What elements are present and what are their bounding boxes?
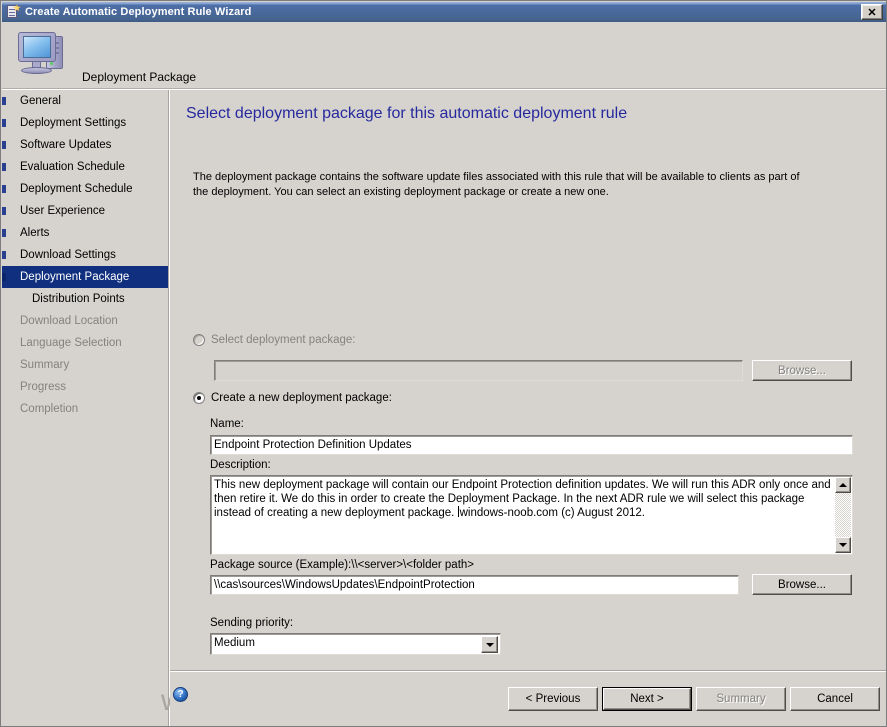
sidebar-step-marker (2, 185, 6, 193)
close-button[interactable]: ✕ (861, 4, 883, 20)
cancel-button-label: Cancel (817, 693, 853, 705)
scroll-down-button[interactable] (835, 537, 851, 553)
computer-icon (16, 28, 72, 80)
summary-button[interactable]: Summary (696, 687, 786, 711)
sidebar-item-download-location: Download Location (2, 310, 168, 332)
sidebar-step-marker (2, 141, 6, 149)
summary-button-label: Summary (716, 693, 766, 705)
sidebar-item-label: Download Settings (20, 249, 116, 261)
sidebar-step-marker (2, 251, 6, 259)
sidebar-item-label: Summary (20, 359, 70, 371)
sidebar-item-label: Progress (20, 381, 67, 393)
previous-button-label: < Previous (525, 693, 581, 705)
description-scrollbar[interactable] (835, 477, 851, 553)
help-question-icon[interactable]: ? (173, 687, 188, 702)
page-title: Select deployment package for this autom… (186, 105, 628, 122)
existing-package-browse-button[interactable]: Browse... (752, 360, 852, 381)
sidebar-item-progress: Progress (2, 376, 168, 398)
create-deployment-package-radio[interactable] (193, 392, 205, 404)
sidebar-item-label: Distribution Points (32, 293, 125, 305)
package-source-browse-label: Browse... (778, 578, 826, 591)
package-description-text-b: windows-noob.com (c) August 2012. (459, 507, 645, 519)
sidebar-item-evaluation-schedule[interactable]: Evaluation Schedule (2, 156, 168, 178)
wizard-footer: ? < Previous Next > Summary Cancel (170, 672, 886, 726)
sending-priority-select[interactable]: Medium (210, 633, 501, 655)
sidebar-item-label: User Experience (20, 205, 106, 217)
sidebar-item-alerts[interactable]: Alerts (2, 222, 168, 244)
header-page-title: Deployment Package (82, 70, 197, 84)
cancel-button[interactable]: Cancel (790, 687, 880, 711)
description-label: Description: (210, 459, 271, 471)
sidebar-step-marker (2, 273, 6, 281)
sending-priority-label: Sending priority: (210, 617, 294, 629)
package-description-text: This new deployment package will contain… (214, 478, 838, 520)
page-description: The deployment package contains the soft… (193, 171, 800, 198)
select-deployment-package-label: Select deployment package: (211, 334, 356, 346)
create-deployment-package-label: Create a new deployment package: (211, 392, 392, 404)
close-icon: ✕ (867, 6, 877, 19)
sidebar-item-label: Alerts (20, 227, 50, 239)
existing-package-input[interactable] (214, 360, 743, 381)
sidebar-item-label: Completion (20, 403, 79, 415)
next-button-label: Next > (630, 693, 664, 705)
sidebar-item-general[interactable]: General (2, 90, 168, 112)
sidebar-step-marker (2, 119, 6, 127)
sending-priority-dropdown-button[interactable] (481, 636, 498, 653)
text-caret (457, 506, 459, 517)
next-button[interactable]: Next > (602, 687, 692, 711)
sidebar-item-summary: Summary (2, 354, 168, 376)
sidebar-item-label: Software Updates (20, 139, 112, 151)
wizard-window: Create Automatic Deployment Rule Wizard … (0, 0, 887, 727)
existing-package-browse-label: Browse... (778, 364, 826, 377)
select-deployment-package-radio[interactable] (193, 334, 205, 346)
sidebar-item-label: Language Selection (20, 337, 122, 349)
chevron-down-icon (839, 543, 847, 547)
select-deployment-package-radio-row[interactable]: Select deployment package: (193, 334, 355, 346)
sidebar-step-marker (2, 229, 6, 237)
package-source-browse-button[interactable]: Browse... (752, 574, 852, 595)
sidebar-item-label: General (20, 95, 61, 107)
sending-priority-value: Medium (214, 637, 255, 649)
sidebar-item-label: Download Location (20, 315, 118, 327)
sidebar-item-deployment-package[interactable]: Deployment Package (2, 266, 168, 288)
wizard-step-sidebar: General Deployment Settings Software Updat… (2, 90, 168, 726)
sidebar-item-software-updates[interactable]: Software Updates (2, 134, 168, 156)
sidebar-item-label: Deployment Schedule (20, 183, 133, 195)
help-glyph: ? (177, 688, 184, 700)
previous-button[interactable]: < Previous (508, 687, 598, 711)
sidebar-step-marker (2, 97, 6, 105)
window-titlebar: Create Automatic Deployment Rule Wizard … (2, 2, 886, 22)
sidebar-item-label: Deployment Settings (20, 117, 127, 129)
create-deployment-package-radio-row[interactable]: Create a new deployment package: (193, 392, 392, 404)
package-source-input[interactable]: \\cas\sources\WindowsUpdates\EndpointPro… (210, 575, 739, 595)
chevron-down-icon (485, 642, 494, 647)
chevron-up-icon (839, 483, 847, 487)
sidebar-item-label: Evaluation Schedule (20, 161, 125, 173)
sidebar-item-deployment-settings[interactable]: Deployment Settings (2, 112, 168, 134)
window-title: Create Automatic Deployment Rule Wizard (25, 6, 252, 18)
sidebar-item-download-settings[interactable]: Download Settings (2, 244, 168, 266)
package-source-label: Package source (Example):\\<server>\<fol… (210, 559, 475, 571)
scroll-up-button[interactable] (835, 477, 851, 493)
sidebar-item-deployment-schedule[interactable]: Deployment Schedule (2, 178, 168, 200)
package-description-textarea[interactable]: This new deployment package will contain… (210, 475, 853, 555)
sidebar-item-language-selection: Language Selection (2, 332, 168, 354)
sidebar-step-marker (2, 163, 6, 171)
wizard-header: Deployment Package (2, 22, 886, 89)
sidebar-item-user-experience[interactable]: User Experience (2, 200, 168, 222)
wizard-document-icon (5, 4, 21, 20)
sidebar-step-marker (2, 207, 6, 215)
sidebar-item-completion: Completion (2, 398, 168, 420)
wizard-content-pane: Select deployment package for this autom… (170, 90, 886, 670)
package-name-input[interactable]: Endpoint Protection Definition Updates (210, 435, 853, 455)
sidebar-item-distribution-points[interactable]: Distribution Points (2, 288, 168, 310)
sidebar-item-label: Deployment Package (20, 271, 130, 283)
name-label: Name: (210, 418, 244, 430)
